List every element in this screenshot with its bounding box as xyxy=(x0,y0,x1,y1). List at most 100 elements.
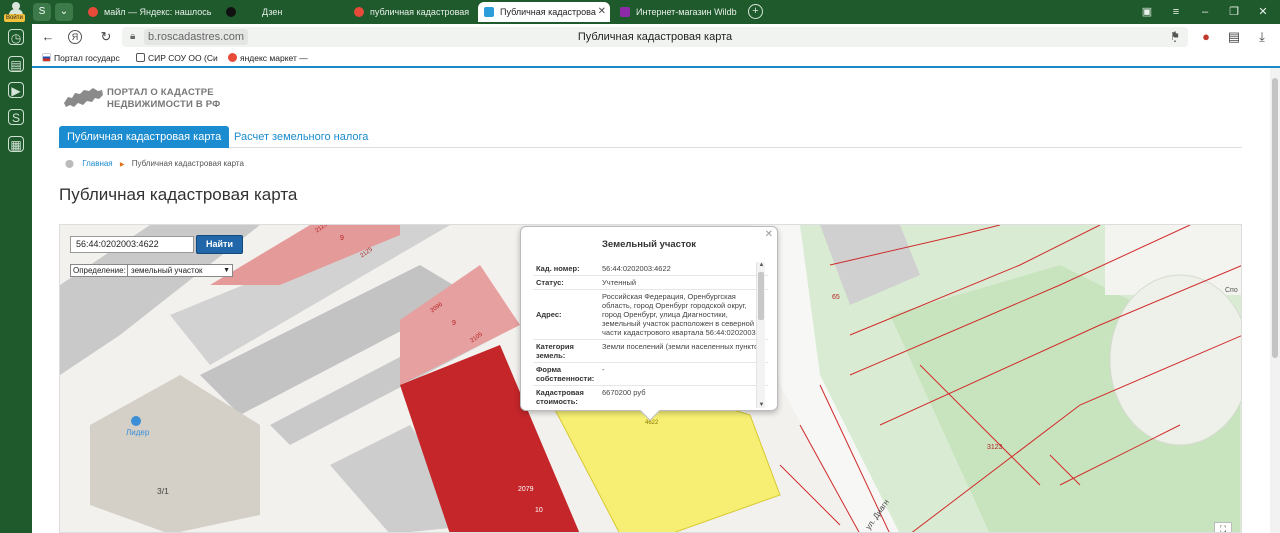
tab-label: Дзен xyxy=(262,7,283,17)
history-icon[interactable]: ◷ xyxy=(8,29,24,45)
tabs-menu-icon[interactable]: ⌄ xyxy=(55,3,73,21)
definition-select-value: земельный участок xyxy=(131,266,203,275)
scroll-down-icon[interactable]: ▼ xyxy=(758,402,765,408)
parcel-info-popup: ✕ Земельный участок Кад. номер: 56:44:02… xyxy=(520,226,778,421)
reload-icon[interactable]: ↻ xyxy=(98,29,114,45)
tab-label: публичная кадастровая к xyxy=(370,7,472,17)
popup-row: Форма собственности: - xyxy=(533,363,768,386)
map-label-lider: Лидер xyxy=(126,428,150,437)
tab-land-tax[interactable]: Расчет земельного налога xyxy=(234,126,368,148)
row-key: Форма собственности: xyxy=(536,365,595,383)
location-pin-icon: ⬤ xyxy=(65,159,74,168)
fullscreen-icon[interactable]: ⛶ xyxy=(1214,522,1232,532)
map-label-65: 65 xyxy=(832,294,840,301)
page-scrollbar[interactable] xyxy=(1270,68,1280,533)
wildberries-favicon-icon xyxy=(620,7,630,17)
login-badge[interactable]: Войти xyxy=(4,14,25,22)
definition-label: Определение: xyxy=(70,264,129,277)
row-key: Статус: xyxy=(536,278,564,287)
map-label-9a: 9 xyxy=(340,235,344,242)
reading-list-icon[interactable]: ▤ xyxy=(1226,29,1242,45)
yandex-favicon-icon xyxy=(354,7,364,17)
breadcrumb-current: Публичная кадастровая карта xyxy=(131,159,244,168)
yandex-favicon-icon xyxy=(88,7,98,17)
tab-dzen[interactable]: Дзен xyxy=(220,2,340,22)
find-button[interactable]: Найти xyxy=(196,235,243,254)
russia-map-icon xyxy=(64,88,103,107)
url-page-title: Публичная кадастровая карта xyxy=(577,31,733,43)
restore-icon[interactable]: ❐ xyxy=(1226,4,1242,20)
tab-yandex-search[interactable]: майл — Яндекс: нашлось xyxy=(82,2,214,22)
bookmark-label: СИР СОУ ОО (Си xyxy=(148,53,218,63)
downloads-icon[interactable]: ⤓ xyxy=(1254,29,1270,45)
popup-title: Земельный участок xyxy=(601,239,697,250)
new-tab-button[interactable]: + xyxy=(748,4,763,19)
bookmark-yandex-market[interactable]: яндекс маркет — xyxy=(228,52,308,64)
collections-icon[interactable]: ▦ xyxy=(8,136,24,152)
tab-wildberries[interactable]: Интернет-магазин Wildb xyxy=(614,2,744,22)
row-value: Земли поселений (земли населенных пункто… xyxy=(602,342,765,351)
s-app-icon[interactable]: S xyxy=(8,109,24,125)
map-label-house: 3/1 xyxy=(157,486,169,496)
popup-table: Кад. номер: 56:44:0202003:4622 Статус: У… xyxy=(533,262,768,408)
tab-cadastral-map[interactable]: Публичная кадастрова ✕ xyxy=(478,2,610,22)
map-label-4622: 4622 xyxy=(645,420,659,426)
map-label-corner: Спо xyxy=(1225,287,1238,294)
menu-icon[interactable]: ≡ xyxy=(1168,4,1184,20)
tab-label: майл — Яндекс: нашлось xyxy=(104,7,212,17)
dzen-favicon-icon xyxy=(226,7,236,17)
popup-row: Статус: Учтенный xyxy=(533,276,768,290)
row-key: Категория земель: xyxy=(536,342,574,360)
notes-icon[interactable]: ▤ xyxy=(8,56,24,72)
yandex-icon[interactable]: Я xyxy=(68,30,82,44)
address-bar-row: ← Я ↻ 🔒︎ b.roscadastres.com Публичная ка… xyxy=(32,24,1280,50)
tab-public-map[interactable]: Публичная кадастровая карта xyxy=(59,126,230,148)
video-icon[interactable]: ▶ xyxy=(8,82,24,98)
cadastral-map[interactable]: Лидер 3/1 ул. Диагн Спо 65 3123 2079 10 … xyxy=(59,224,1242,533)
browser-sidebar: Войти ◷ ▤ ▶ S ▦ xyxy=(0,0,32,533)
minimize-icon[interactable]: – xyxy=(1197,4,1213,20)
bookmarks-bar: Портал государс СИР СОУ ОО (Си яндекс ма… xyxy=(32,50,1280,66)
url-field[interactable]: 🔒︎ b.roscadastres.com Публичная кадастро… xyxy=(122,27,1188,47)
map-label-10: 10 xyxy=(535,507,543,514)
bookmark-label: Портал государс xyxy=(54,53,120,63)
page-icon xyxy=(136,53,145,62)
bookmark-label: яндекс маркет — xyxy=(240,53,308,63)
s-tab-icon[interactable]: S xyxy=(33,3,51,21)
row-value: - xyxy=(602,365,605,374)
scroll-up-icon[interactable]: ▲ xyxy=(758,262,765,268)
extension-icon[interactable]: ● xyxy=(1198,29,1214,45)
breadcrumb-home[interactable]: Главная xyxy=(82,159,112,168)
tab-manager-icon[interactable]: ▣ xyxy=(1139,4,1155,20)
tab-strip: S ⌄ майл — Яндекс: нашлось Дзен публична… xyxy=(32,0,1280,24)
definition-select[interactable]: земельный участок ▼ xyxy=(127,264,233,277)
yandex-favicon-icon xyxy=(228,53,237,62)
cadastral-search-input[interactable]: 56:44:0202003:4622 xyxy=(70,236,194,253)
breadcrumb-arrow-icon: ▶ xyxy=(119,162,125,168)
logo-line1: ПОРТАЛ О КАДАСТРЕ xyxy=(107,87,214,98)
logo-line2: НЕДВИЖИМОСТИ В РФ xyxy=(107,99,221,110)
map-label-3123: 3123 xyxy=(987,444,1003,451)
row-key: Кадастровая стоимость: xyxy=(536,388,584,406)
row-value: Учтенный xyxy=(602,278,637,287)
row-value: 6670200 руб xyxy=(602,388,646,397)
row-key: Адрес: xyxy=(536,310,562,319)
tab-cadastral-search[interactable]: публичная кадастровая к xyxy=(348,2,472,22)
tab-label: Публичная кадастрова xyxy=(500,7,596,17)
more-icon[interactable]: ⋮ xyxy=(1167,29,1183,45)
popup-scrollbar[interactable]: ▲ ▼ xyxy=(756,262,765,408)
back-icon[interactable]: ← xyxy=(40,29,56,45)
chevron-down-icon: ▼ xyxy=(223,267,230,274)
breadcrumb: ⬤ Главная ▶ Публичная кадастровая карта xyxy=(65,159,244,168)
bookmark-gosuslugi[interactable]: Портал государс xyxy=(42,52,120,64)
bookmark-sir-sou[interactable]: СИР СОУ ОО (Си xyxy=(136,52,218,64)
map-label-9b: 9 xyxy=(452,320,456,327)
row-value: 56:44:0202003:4622 xyxy=(602,264,671,273)
close-window-icon[interactable]: ✕ xyxy=(1255,4,1271,20)
tab-label: Интернет-магазин Wildb xyxy=(636,7,737,17)
popup-row: Кад. номер: 56:44:0202003:4622 xyxy=(533,262,768,276)
web-page: ПОРТАЛ О КАДАСТРЕ НЕДВИЖИМОСТИ В РФ Публ… xyxy=(32,68,1270,533)
popup-row: Адрес: Российская Федерация, Оренбургска… xyxy=(533,290,768,340)
close-tab-icon[interactable]: ✕ xyxy=(598,2,606,22)
row-key: Кад. номер: xyxy=(536,264,580,273)
